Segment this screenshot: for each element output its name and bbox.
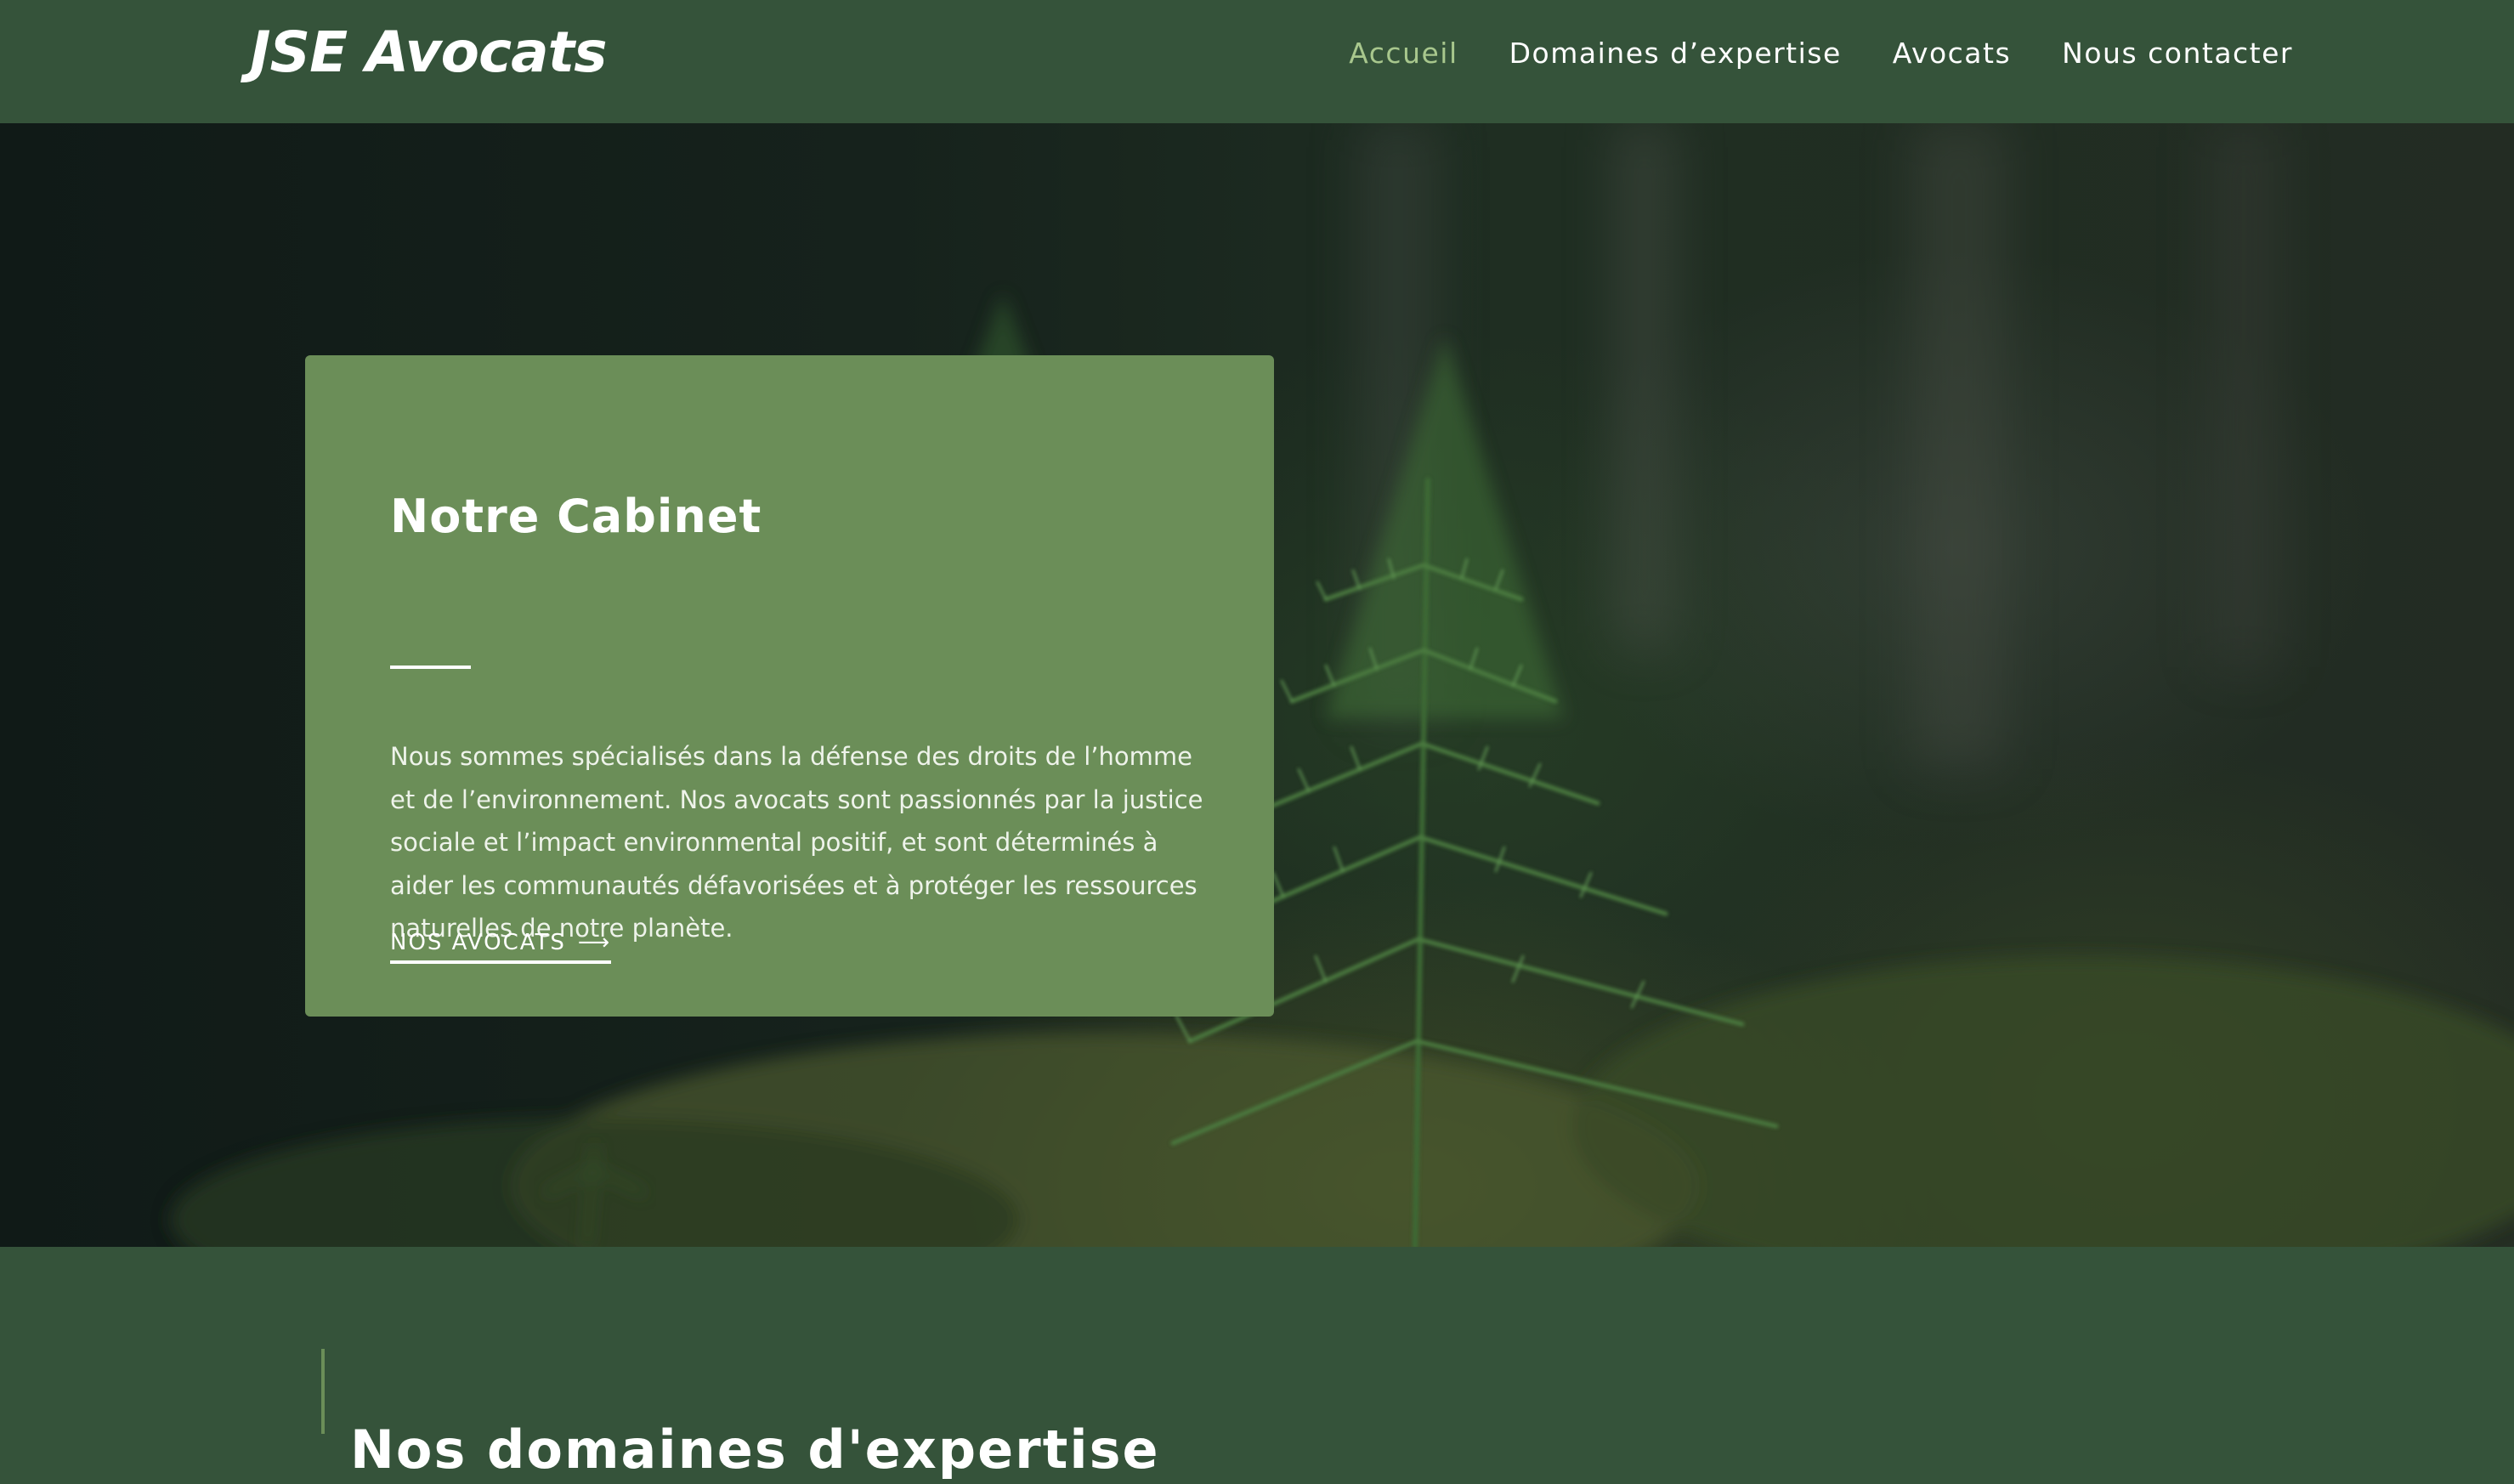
expertise-title: Nos domaines d'expertise [350, 1419, 1160, 1481]
nav-item-nous-contacter[interactable]: Nous contacter [2062, 34, 2293, 73]
title-divider [390, 666, 471, 669]
cabinet-card: Notre Cabinet Nous sommes spécialisés da… [305, 355, 1274, 1017]
nav-item-accueil[interactable]: Accueil [1349, 34, 1458, 73]
site-logo[interactable]: JSE Avocats [250, 19, 607, 87]
hero-section: Notre Cabinet Nous sommes spécialisés da… [0, 123, 2514, 1247]
arrow-right-icon: ⟶ [577, 930, 612, 955]
nos-avocats-link[interactable]: NOS AVOCATS ⟶ [390, 930, 612, 964]
site-header: JSE Avocats Accueil Domaines d’expertise… [0, 0, 2514, 123]
expertise-section: Nos domaines d'expertise [0, 1247, 2514, 1481]
main-nav: Accueil Domaines d’expertise Avocats Nou… [1349, 34, 2293, 73]
nav-item-domaines-expertise[interactable]: Domaines d’expertise [1509, 34, 1842, 73]
nos-avocats-label: NOS AVOCATS [390, 930, 566, 955]
card-title: Notre Cabinet [390, 489, 762, 543]
card-description: Nous sommes spécialisés dans la défense … [390, 742, 1203, 943]
section-accent-bar [321, 1349, 325, 1434]
nav-item-avocats[interactable]: Avocats [1893, 34, 2011, 73]
